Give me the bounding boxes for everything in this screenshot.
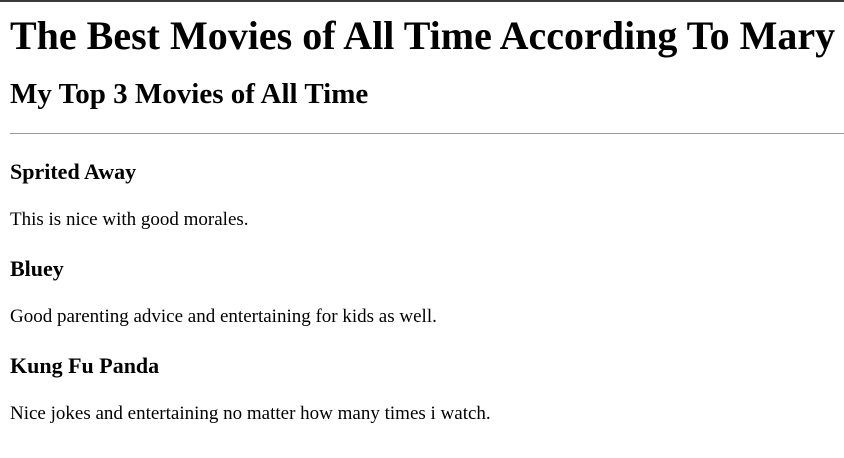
page-content: The Best Movies of All Time According To… bbox=[0, 2, 844, 425]
movie-description: Nice jokes and entertaining no matter ho… bbox=[10, 403, 491, 424]
movie-description: This is nice with good morales. bbox=[10, 209, 249, 230]
movie-item: Kung Fu Panda Nice jokes and entertainin… bbox=[10, 328, 844, 425]
movie-item: Bluey Good parenting advice and entertai… bbox=[10, 231, 844, 328]
movie-item: Sprited Away This is nice with good mora… bbox=[10, 134, 844, 231]
movie-title: Bluey bbox=[10, 256, 64, 281]
movie-description: Good parenting advice and entertaining f… bbox=[10, 306, 437, 327]
movie-title: Kung Fu Panda bbox=[10, 353, 160, 378]
page-subtitle: My Top 3 Movies of All Time bbox=[10, 78, 369, 110]
page-title: The Best Movies of All Time According To… bbox=[10, 13, 836, 58]
movie-title: Sprited Away bbox=[10, 159, 137, 184]
